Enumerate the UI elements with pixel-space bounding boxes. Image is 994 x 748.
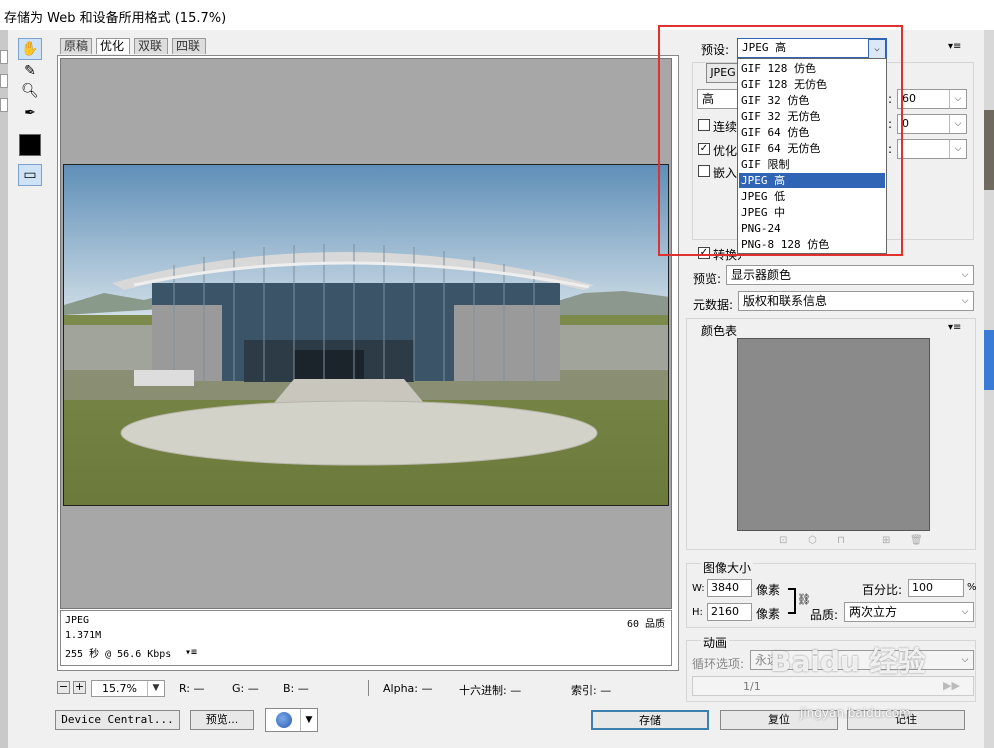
optimize-menu-icon[interactable]: ▾≡ xyxy=(948,41,961,52)
info-quality: 60 品质 xyxy=(626,619,665,630)
width-unit: 像素 xyxy=(756,583,781,597)
zoom-value: 15.7% xyxy=(102,682,137,695)
quality-value: 60 xyxy=(902,92,916,105)
highlight-annotation-box xyxy=(658,25,903,256)
eyedropper-tool-icon[interactable]: ✒ xyxy=(18,102,42,124)
link-icon[interactable]: ⛓ xyxy=(797,593,811,606)
status-bar: − + 15.7% ▼ R: — G: — B: — Alpha: — 十六进制:… xyxy=(55,680,685,698)
readout-g: G: — xyxy=(232,682,259,695)
building-photo xyxy=(64,165,668,505)
readout-b: B: — xyxy=(283,682,309,695)
readout-alpha: Alpha: — xyxy=(383,682,433,695)
last-frame-icon[interactable]: ▶▶ xyxy=(943,679,960,692)
color-table[interactable] xyxy=(737,338,930,531)
color-table-menu-icon[interactable]: ▾≡ xyxy=(948,322,961,333)
resample-quality-label: 品质: xyxy=(810,608,839,622)
animation-title: 动画 xyxy=(701,634,730,651)
hand-tool-icon[interactable]: ✋ xyxy=(18,38,42,60)
quality-value-field[interactable]: 60 ⌵ xyxy=(897,89,967,109)
metadata-select[interactable]: 版权和联系信息 ⌵ xyxy=(738,291,974,311)
tab-2up[interactable]: 双联 xyxy=(134,38,168,54)
background-tab xyxy=(0,50,8,64)
zoom-tool-icon[interactable]: 🔍︎ xyxy=(18,80,42,102)
background-thumbnail xyxy=(984,110,994,190)
tab-original[interactable]: 原稿 xyxy=(60,38,92,54)
height-label: H: xyxy=(692,607,703,618)
color-table-title: 颜色表 xyxy=(701,324,738,338)
tab-4up[interactable]: 四联 xyxy=(172,38,206,54)
image-size-title: 图像大小 xyxy=(701,559,754,576)
background-tab xyxy=(0,74,8,88)
percent-unit: % xyxy=(967,582,977,593)
browser-preview-select[interactable]: ▼ xyxy=(265,708,318,732)
matte-select[interactable]: ⌵ xyxy=(897,139,967,159)
chevron-down-icon: ▼ xyxy=(147,681,164,696)
baidu-watermark-url: jingyan.baidu.com xyxy=(800,706,911,720)
preview-label: 预览: xyxy=(693,272,722,286)
browser-icon xyxy=(276,712,292,728)
background-app-edge xyxy=(0,30,8,748)
frame-counter: 1/1 xyxy=(743,680,761,693)
readout-r: R: — xyxy=(179,682,205,695)
info-size: 1.371M xyxy=(65,630,102,641)
percent-label: 百分比: xyxy=(862,583,903,597)
chevron-down-icon: ⌵ xyxy=(961,270,969,280)
background-app-edge-right xyxy=(984,30,994,748)
new-color-icon[interactable]: ⊞ xyxy=(882,535,890,546)
web-shift-icon[interactable]: ⬡ xyxy=(808,535,817,546)
height-unit: 像素 xyxy=(756,607,781,621)
metadata-label: 元数据: xyxy=(693,298,734,312)
chevron-down-icon: ⌵ xyxy=(949,140,966,158)
info-format: JPEG xyxy=(65,615,90,626)
preview-select[interactable]: 显示器颜色 ⌵ xyxy=(726,265,974,285)
window-title: 存储为 Web 和设备所用格式 (15.7%) xyxy=(4,11,227,26)
chevron-down-icon: ▼ xyxy=(300,709,317,731)
toggle-slices-icon[interactable]: ▭ xyxy=(18,164,42,186)
preview-button[interactable]: 预览... xyxy=(190,710,254,730)
width-label: W: xyxy=(692,583,705,594)
info-download-time: 255 秒 @ 56.6 Kbps xyxy=(65,649,172,660)
optimization-info: JPEG 1.371M 255 秒 @ 56.6 Kbps ▾≡ 60 品质 xyxy=(60,610,672,666)
zoom-select[interactable]: 15.7% ▼ xyxy=(91,680,165,697)
blur-value: 0 xyxy=(902,117,909,130)
zoom-in-button[interactable]: + xyxy=(73,681,86,694)
slice-select-tool-icon[interactable]: ✎ xyxy=(18,60,42,82)
tab-optimized[interactable]: 优化 xyxy=(96,38,130,54)
resample-quality-select[interactable]: 两次立方 ⌵ xyxy=(844,602,974,622)
device-central-button[interactable]: Device Central... xyxy=(55,710,180,730)
readout-index: 索引: — xyxy=(571,684,612,697)
background-tab xyxy=(0,98,8,112)
eyedropper-color-swatch[interactable] xyxy=(19,134,41,156)
width-input[interactable]: 3840 xyxy=(707,579,752,597)
height-input[interactable]: 2160 xyxy=(707,603,752,621)
chevron-down-icon: ⌵ xyxy=(949,115,966,133)
blur-field[interactable]: 0 ⌵ xyxy=(897,114,967,134)
zoom-out-button[interactable]: − xyxy=(57,681,70,694)
chevron-down-icon: ⌵ xyxy=(961,296,969,306)
preview-image[interactable] xyxy=(63,164,669,506)
resample-quality-value: 两次立方 xyxy=(849,605,898,619)
save-button[interactable]: 存储 xyxy=(591,710,709,730)
metadata-value: 版权和联系信息 xyxy=(743,294,828,308)
lock-color-icon[interactable]: ⊓ xyxy=(837,535,845,546)
info-menu-icon[interactable]: ▾≡ xyxy=(185,647,197,658)
chevron-down-icon: ⌵ xyxy=(961,655,969,665)
background-thumbnail xyxy=(984,330,994,390)
map-color-icon[interactable]: ⊡ xyxy=(779,535,787,546)
readout-hex: 十六进制: — xyxy=(459,684,522,697)
chevron-down-icon: ⌵ xyxy=(949,90,966,108)
preview-value: 显示器颜色 xyxy=(731,268,792,282)
constrain-bracket xyxy=(788,588,796,614)
chevron-down-icon: ⌵ xyxy=(961,607,969,617)
loop-options-label: 循环选项: xyxy=(692,657,745,671)
divider xyxy=(368,680,369,696)
percent-input[interactable]: 100 xyxy=(908,579,964,597)
delete-color-icon[interactable]: 🗑︎ xyxy=(910,535,923,546)
baidu-watermark-logo: Baidu 经验 xyxy=(770,645,926,678)
